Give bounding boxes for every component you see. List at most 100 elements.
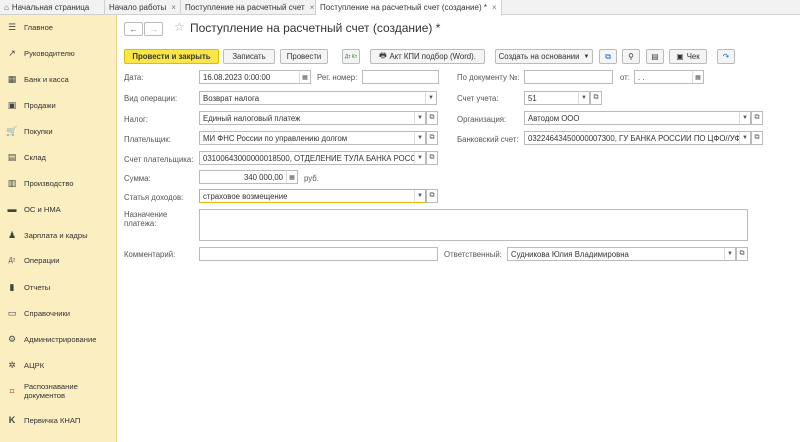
purpose-textarea[interactable] xyxy=(199,209,748,241)
open-icon[interactable]: ⧉ xyxy=(426,131,438,145)
home-icon: ⌂ xyxy=(4,3,9,12)
tax-select[interactable]: Единый налоговый платеж ▼ xyxy=(199,111,426,125)
create-based-button[interactable]: Создать на основании ▼ xyxy=(495,49,593,64)
tab-receipt-create[interactable]: Поступление на расчетный счет (создание)… xyxy=(316,0,502,16)
tab-home[interactable]: ⌂ Начальная страница xyxy=(0,0,105,15)
receipt-button[interactable]: ▣ Чек xyxy=(669,49,707,64)
close-icon[interactable]: × xyxy=(492,3,497,12)
save-button[interactable]: Записать xyxy=(223,49,275,64)
sidebar-item-references[interactable]: ▭ Справочники xyxy=(0,308,117,319)
dt-kt-icon: Дт xyxy=(8,257,16,264)
sidebar-item-assets[interactable]: ▬ ОС и НМА xyxy=(0,204,117,214)
structure-icon[interactable]: ⧉ xyxy=(599,49,617,64)
chevron-down-icon[interactable]: ▼ xyxy=(425,92,436,104)
payer-label: Плательщик: xyxy=(124,135,171,144)
sidebar-item-manager[interactable]: ↗ Руководителю xyxy=(0,48,117,59)
factory-icon: ▥ xyxy=(7,178,17,188)
currency-label: руб. xyxy=(304,174,319,183)
comment-label: Комментарий: xyxy=(124,250,176,259)
open-icon[interactable]: ⧉ xyxy=(426,111,438,125)
back-button[interactable]: ← xyxy=(124,22,143,36)
responsible-select[interactable]: Судникова Юлия Владимировна ▼ xyxy=(507,247,736,261)
attach-icon[interactable]: ⚲ xyxy=(622,49,640,64)
open-icon[interactable]: ⧉ xyxy=(736,247,748,261)
tab-label: Поступление на расчетный счет (создание)… xyxy=(320,3,487,12)
chevron-down-icon[interactable]: ▼ xyxy=(414,112,425,124)
account-label: Счет учета: xyxy=(457,94,499,103)
sidebar-item-bank[interactable]: ▦ Банк и касса xyxy=(0,74,117,85)
date-field[interactable]: 16.08.2023 0:00:00 ▦ xyxy=(199,70,311,84)
register-icon: ▣ xyxy=(676,52,684,61)
scan-icon: ⌗ xyxy=(9,385,15,396)
sidebar-item-salary[interactable]: ♟ Зарплата и кадры xyxy=(0,230,117,241)
tab-receipt[interactable]: Поступление на расчетный счет × xyxy=(181,0,316,15)
bank-icon: ▦ xyxy=(7,74,17,84)
forward-button[interactable]: → xyxy=(144,22,163,36)
sidebar-item-main[interactable]: ☰ Главное xyxy=(0,22,117,33)
favorite-star-icon[interactable]: ☆ xyxy=(174,20,185,34)
account-select[interactable]: 51 ▼ xyxy=(524,91,590,105)
chart-icon: ▮ xyxy=(9,282,15,292)
responsible-label: Ответственный: xyxy=(444,250,502,259)
chevron-down-icon[interactable]: ▼ xyxy=(414,152,425,164)
open-icon[interactable]: ⧉ xyxy=(426,189,438,203)
calculator-icon[interactable]: ▤ xyxy=(646,49,664,64)
income-item-select[interactable]: страховое возмещение ▼ xyxy=(199,189,426,203)
doc-number-field[interactable] xyxy=(524,70,613,84)
person-icon: ♟ xyxy=(7,230,17,240)
sidebar-item-operations[interactable]: Дт Операции xyxy=(0,256,117,265)
chevron-down-icon[interactable]: ▼ xyxy=(414,132,425,144)
open-icon[interactable]: ⧉ xyxy=(751,131,763,145)
sidebar: ☰ Главное ↗ Руководителю ▦ Банк и касса ▣ Пр… xyxy=(0,15,117,442)
sidebar-item-knap[interactable]: K Первичка КНАП xyxy=(0,415,117,425)
close-icon[interactable]: × xyxy=(310,3,315,12)
receipt-label: Чек xyxy=(686,52,700,61)
kpi-print-button[interactable]: 🖶 Акт КПИ подбор (Word). xyxy=(370,49,485,64)
open-icon[interactable]: ⧉ xyxy=(751,111,763,125)
chevron-down-icon[interactable]: ▼ xyxy=(739,112,750,124)
star-icon: ✲ xyxy=(8,360,16,370)
tab-label: Начало работы xyxy=(109,3,167,12)
sidebar-item-label: ОС и НМА xyxy=(24,204,61,214)
sidebar-item-reports[interactable]: ▮ Отчеты xyxy=(0,282,117,293)
reg-number-field[interactable] xyxy=(362,70,439,84)
sidebar-item-production[interactable]: ▥ Производство xyxy=(0,178,117,189)
sidebar-item-label: Операции xyxy=(24,256,60,265)
create-based-label: Создать на основании xyxy=(498,52,580,61)
sidebar-item-warehouse[interactable]: ▤ Склад xyxy=(0,152,117,163)
calendar-icon[interactable]: ▦ xyxy=(692,71,703,83)
calendar-icon[interactable]: ▦ xyxy=(299,71,310,83)
post-and-close-button[interactable]: Провести и закрыть xyxy=(124,49,219,64)
dt-kt-button[interactable]: Дт Кт xyxy=(342,49,360,64)
sidebar-item-admin[interactable]: ⚙ Администрирование xyxy=(0,334,117,345)
from-date-field[interactable]: . . ▦ xyxy=(634,70,704,84)
bank-account-select[interactable]: 03224643450000007300, ГУ БАНКА РОССИИ ПО… xyxy=(524,131,751,145)
sidebar-item-recognition[interactable]: ⌗ Распознавание документов xyxy=(0,382,117,400)
open-icon[interactable]: ⧉ xyxy=(426,151,438,165)
chevron-down-icon[interactable]: ▼ xyxy=(724,248,735,260)
trend-icon: ↗ xyxy=(8,48,16,58)
sidebar-item-label: Зарплата и кадры xyxy=(24,231,88,240)
sidebar-item-acrk[interactable]: ✲ АЦРК xyxy=(0,360,117,371)
comment-field[interactable] xyxy=(199,247,438,261)
tab-getting-started[interactable]: Начало работы × xyxy=(105,0,181,15)
sidebar-item-purchases[interactable]: 🛒 Покупки xyxy=(0,126,117,137)
chevron-down-icon[interactable]: ▼ xyxy=(578,92,589,104)
sum-field[interactable]: 340 000,00 ▦ xyxy=(199,170,298,184)
refresh-icon[interactable]: ↷ xyxy=(717,49,735,64)
sidebar-item-sales[interactable]: ▣ Продажи xyxy=(0,100,117,111)
post-button[interactable]: Провести xyxy=(280,49,328,64)
payer-account-select[interactable]: 03100643000000018500, ОТДЕЛЕНИЕ ТУЛА БАН… xyxy=(199,151,426,165)
open-icon[interactable]: ⧉ xyxy=(590,91,602,105)
sidebar-item-label: Руководителю xyxy=(24,49,75,58)
calculator-icon[interactable]: ▦ xyxy=(286,171,297,183)
operation-type-select[interactable]: Возврат налога ▼ xyxy=(199,91,437,105)
tab-label: Начальная страница xyxy=(11,3,90,12)
chevron-down-icon[interactable]: ▼ xyxy=(414,190,425,202)
sum-label: Сумма: xyxy=(124,174,151,183)
sidebar-item-label: Справочники xyxy=(24,309,71,318)
chevron-down-icon[interactable]: ▼ xyxy=(739,132,750,144)
close-icon[interactable]: × xyxy=(171,3,176,12)
organization-select[interactable]: Автодом ООО ▼ xyxy=(524,111,751,125)
payer-select[interactable]: МИ ФНС России по управлению долгом ▼ xyxy=(199,131,426,145)
